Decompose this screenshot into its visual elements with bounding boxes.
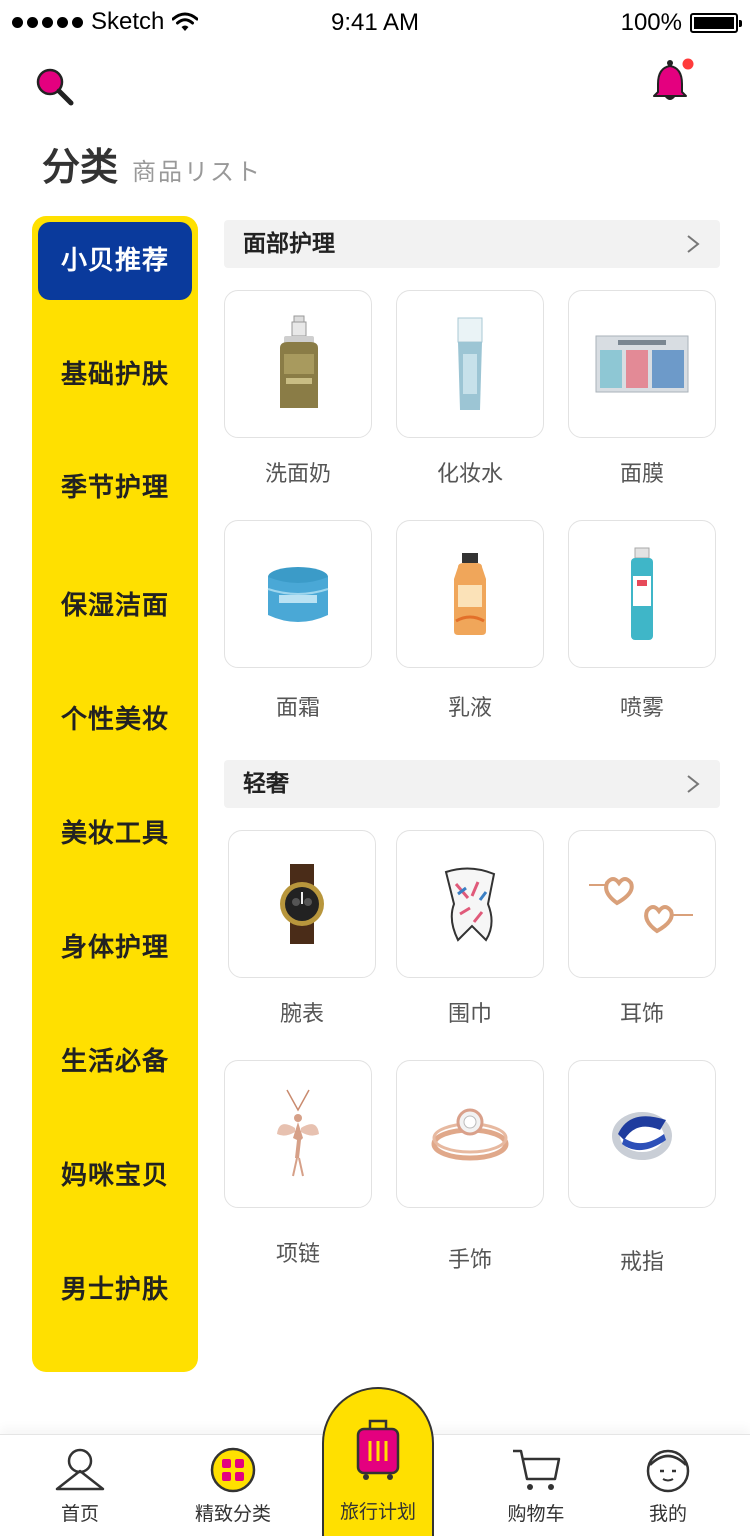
heart-earrings-icon [589, 877, 693, 934]
page-title-row: 分类 商品リスト [42, 136, 262, 191]
product-label: 面霜 [275, 696, 320, 721]
product-label: 洗面奶 [264, 462, 331, 487]
category-grid-icon [210, 1447, 256, 1493]
product-label: 耳饰 [619, 1002, 664, 1027]
suitcase-icon [356, 1419, 400, 1480]
product-card-watch[interactable] [228, 830, 376, 978]
category-sidebar: 小贝推荐 基础护肤 季节护理 保湿洁面 个性美妆 美妆工具 身体护理 生活必备 … [32, 216, 198, 1372]
home-person-icon [55, 1448, 105, 1491]
tab-home[interactable]: 首页 [20, 1435, 140, 1536]
battery-group: 100% [620, 9, 742, 37]
product-label: 化妆水 [436, 462, 503, 487]
cream-jar-icon [267, 567, 329, 622]
product-label: 腕表 [279, 1002, 324, 1027]
tab-label: 首页 [60, 1503, 99, 1525]
sidebar-item-recommended[interactable]: 小贝推荐 [38, 222, 192, 300]
product-label: 手饰 [447, 1248, 492, 1273]
tab-label: 精致分类 [194, 1503, 271, 1525]
scarf-icon [444, 867, 496, 942]
sidebar-item-mom-baby[interactable]: 妈咪宝贝 [32, 1146, 198, 1206]
cleanser-bottle-icon [280, 315, 318, 408]
sidebar-item-basic-skincare[interactable]: 基础护肤 [32, 345, 198, 405]
product-card-toner[interactable] [396, 290, 544, 438]
product-card-earrings[interactable] [568, 830, 716, 978]
tab-label: 购物车 [507, 1503, 565, 1525]
product-label: 乳液 [447, 696, 492, 721]
page-subtitle: 商品リスト [132, 158, 263, 186]
section-title: 轻奢 [243, 771, 289, 797]
wristwatch-icon [280, 864, 324, 944]
product-card-cream[interactable] [224, 520, 372, 668]
battery-percent: 100% [620, 9, 682, 36]
product-card-spray[interactable] [568, 520, 716, 668]
product-card-necklace[interactable] [224, 1060, 372, 1208]
sidebar-item-makeup-tools[interactable]: 美妆工具 [32, 804, 198, 864]
notification-bell-icon[interactable] [650, 56, 696, 104]
tab-categories[interactable]: 精致分类 [173, 1435, 293, 1536]
tab-label: 旅行计划 [339, 1501, 416, 1523]
tab-travel-plan[interactable]: 旅行计划 [322, 1387, 434, 1536]
product-card-cleanser[interactable] [224, 290, 372, 438]
chevron-right-icon [687, 235, 700, 253]
product-card-scarf[interactable] [396, 830, 544, 978]
sidebar-item-mens-skincare[interactable]: 男士护肤 [32, 1260, 198, 1320]
section-header-light-luxury[interactable]: 轻奢 [224, 760, 720, 808]
tab-label: 我的 [648, 1503, 687, 1525]
notification-dot [682, 58, 694, 70]
product-label: 喷雾 [619, 696, 664, 721]
sapphire-ring-icon [612, 1112, 672, 1160]
face-mask-pack-icon [595, 335, 689, 393]
sidebar-item-moisturizing-cleansing[interactable]: 保湿洁面 [32, 576, 198, 636]
page-title: 分类 [42, 145, 119, 189]
tab-cart[interactable]: 购物车 [476, 1435, 596, 1536]
product-card-bracelet[interactable] [396, 1060, 544, 1208]
product-card-lotion[interactable] [396, 520, 544, 668]
tab-profile[interactable]: 我的 [608, 1435, 728, 1536]
sidebar-item-personal-makeup[interactable]: 个性美妆 [32, 690, 198, 750]
lotion-bottle-icon [454, 553, 486, 635]
status-bar: Sketch 9:41 AM 100% [0, 0, 750, 44]
section-header-face-care[interactable]: 面部护理 [224, 220, 720, 268]
chevron-right-icon [687, 775, 700, 793]
product-label: 面膜 [619, 462, 664, 487]
product-card-face-mask[interactable] [568, 290, 716, 438]
sidebar-item-body-care[interactable]: 身体护理 [32, 918, 198, 978]
product-label: 项链 [275, 1242, 320, 1267]
profile-face-icon [646, 1449, 690, 1493]
fairy-necklace-icon [277, 1089, 319, 1177]
product-label: 围巾 [447, 1002, 492, 1027]
diamond-ring-icon [431, 1108, 509, 1161]
sidebar-item-seasonal-care[interactable]: 季节护理 [32, 458, 198, 518]
product-card-ring[interactable] [568, 1060, 716, 1208]
sidebar-item-life-essentials[interactable]: 生活必备 [32, 1032, 198, 1092]
cart-icon [513, 1449, 561, 1490]
spray-can-icon [631, 547, 653, 640]
section-title: 面部护理 [243, 231, 335, 257]
battery-icon [690, 13, 742, 33]
product-label: 戒指 [619, 1250, 664, 1275]
toner-bottle-icon [457, 317, 483, 410]
search-icon[interactable] [34, 66, 74, 106]
